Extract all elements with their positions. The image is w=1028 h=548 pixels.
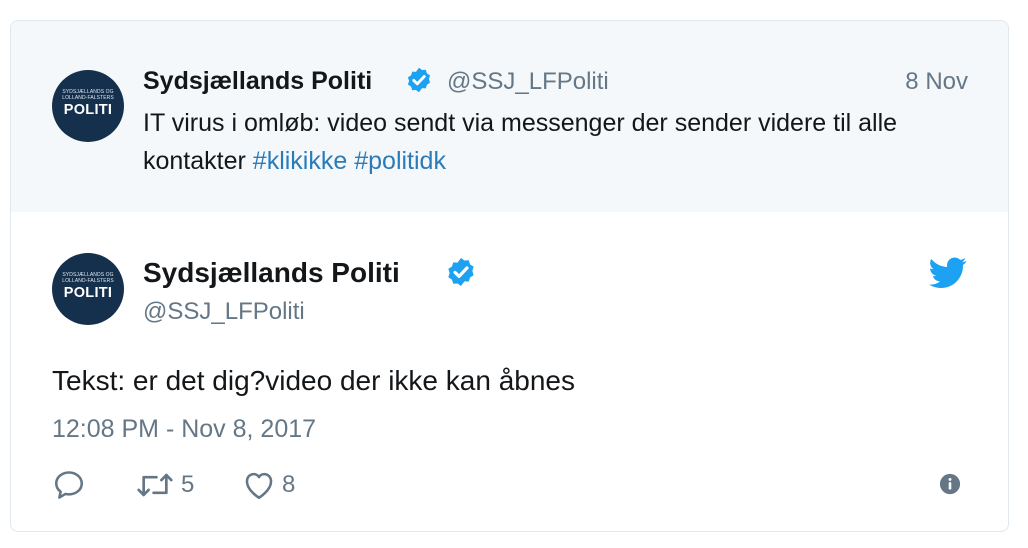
quoted-tweet[interactable]: SYDSJÆLLANDS OG LOLLAND-FALSTERS POLITI … — [11, 21, 1008, 212]
like-count: 8 — [282, 471, 296, 498]
info-icon[interactable] — [939, 473, 961, 495]
reply-icon — [54, 471, 84, 499]
main-display-name[interactable]: Sydsjællands Politi — [143, 257, 400, 289]
avatar-brand-text: POLITI — [63, 102, 113, 118]
twitter-bird-icon[interactable] — [929, 257, 967, 289]
retweet-count: 5 — [181, 471, 195, 498]
hashtag-link[interactable]: #klikikke — [253, 147, 347, 175]
quoted-avatar[interactable]: SYDSJÆLLANDS OG LOLLAND-FALSTERS POLITI — [52, 70, 124, 142]
main-avatar[interactable]: SYDSJÆLLANDS OG LOLLAND-FALSTERS POLITI — [52, 253, 124, 325]
verified-badge-icon — [407, 67, 431, 93]
hashtag-link[interactable]: #politidk — [354, 147, 446, 175]
retweet-button[interactable]: 5 — [135, 467, 194, 503]
like-button[interactable]: 8 — [242, 467, 295, 503]
reply-button[interactable] — [52, 467, 86, 503]
main-tweet-text: Tekst: er det dig?video der ikke kan åbn… — [52, 365, 575, 396]
avatar-brand-text: POLITI — [63, 285, 113, 301]
quoted-date[interactable]: 8 Nov — [905, 68, 968, 96]
avatar-bottom-text: LOLLAND-FALSTERS — [62, 278, 114, 284]
heart-icon — [245, 472, 273, 500]
quoted-tweet-text: IT virus i omløb: video sendt via messen… — [143, 104, 983, 180]
embedded-tweet-card: SYDSJÆLLANDS OG LOLLAND-FALSTERS POLITI … — [10, 20, 1009, 532]
quoted-handle[interactable]: @SSJ_LFPoliti — [447, 68, 609, 96]
retweet-icon — [137, 473, 173, 497]
main-handle[interactable]: @SSJ_LFPoliti — [143, 298, 305, 326]
avatar-bottom-text: LOLLAND-FALSTERS — [62, 95, 114, 101]
verified-badge-icon — [448, 258, 474, 286]
main-timestamp[interactable]: 12:08 PM - Nov 8, 2017 — [52, 415, 316, 444]
quoted-display-name[interactable]: Sydsjællands Politi — [143, 67, 372, 96]
